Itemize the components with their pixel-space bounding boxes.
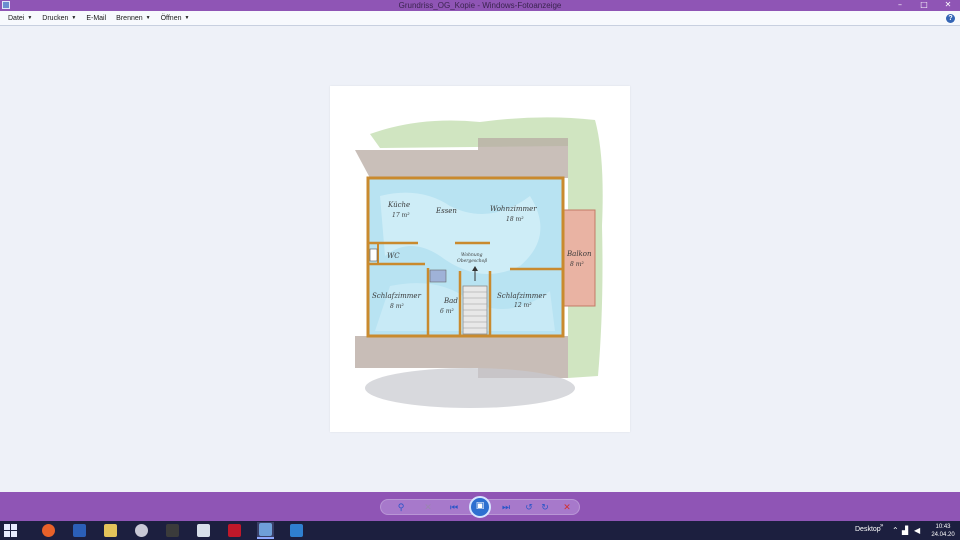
photo-viewer-icon	[259, 523, 272, 536]
previous-button[interactable]: ⏮	[445, 502, 463, 514]
rotate-right-button[interactable]: ↻	[539, 502, 551, 514]
menu-label: Drucken	[42, 14, 69, 22]
floorplan-drawing: Küche 17 m² Essen Wohnzimmer 18 m² Balko…	[355, 117, 603, 408]
controls-pill: ⚲ ✕ ⏮ ▣ ⏭ ↺ ↻ ✕	[380, 496, 580, 518]
title-bar: Grundriss_OG_Kopie - Windows-Fotoanzeige…	[0, 0, 960, 11]
system-clock[interactable]: 10:43 24.04.20	[928, 523, 958, 539]
start-button[interactable]	[4, 524, 18, 537]
taskbar-home-app[interactable]	[195, 522, 212, 539]
menu-drucken[interactable]: Drucken ▼	[40, 15, 78, 22]
tray-arrow-icon[interactable]: ⌃	[892, 526, 899, 535]
taskbar-remote-desktop[interactable]	[288, 522, 305, 539]
home-icon	[197, 524, 210, 537]
chevron-down-icon: ▼	[184, 15, 190, 21]
viewer-controls-bar: ⚲ ✕ ⏮ ▣ ⏭ ↺ ↻ ✕	[0, 492, 960, 521]
taskbar-terminal[interactable]	[164, 522, 181, 539]
taskbar: Desktop » ⌃ ▟ ◀ 10:43 24.04.20	[0, 521, 960, 540]
taskbar-photo-viewer[interactable]	[257, 522, 274, 539]
menu-bar: Datei ▼ Drucken ▼ E-Mail Brennen ▼ Öffne…	[0, 11, 960, 26]
close-button[interactable]: ✕	[936, 0, 960, 11]
minimize-button[interactable]: –	[888, 0, 912, 11]
shield-icon	[228, 524, 241, 537]
firefox-icon	[42, 524, 55, 537]
room-label-balkon: Balkon	[566, 250, 592, 258]
bathtub	[429, 269, 447, 283]
volume-icon[interactable]: ◀	[914, 526, 920, 535]
menu-label: Brennen	[116, 14, 143, 22]
menu-brennen[interactable]: Brennen ▼	[114, 15, 152, 22]
windows-logo-icon	[4, 524, 10, 530]
room-area-schlafzimmer-rechts: 12 m²	[514, 302, 532, 309]
taskbar-firefox[interactable]	[40, 522, 57, 539]
wc-fixture	[369, 248, 378, 262]
room-label-obergeschoss: Obergeschoß	[457, 258, 487, 264]
maximize-button[interactable]: □	[912, 0, 936, 11]
chevron-down-icon: ▼	[145, 15, 151, 21]
taskbar-word[interactable]	[71, 522, 88, 539]
taskbar-file-explorer[interactable]	[102, 522, 119, 539]
help-icon[interactable]: ?	[946, 14, 955, 23]
balkon-area	[562, 209, 596, 307]
room-area-wohnzimmer: 18 m²	[506, 216, 524, 223]
room-label-bad: Bad	[443, 297, 458, 305]
room-label-schlafzimmer-rechts: Schlafzimmer	[497, 292, 547, 300]
slideshow-button[interactable]: ▣	[469, 496, 491, 518]
terminal-icon	[166, 524, 179, 537]
paint-icon	[135, 524, 148, 537]
chevron-right-icon[interactable]: »	[880, 523, 883, 529]
menu-label: E-Mail	[86, 14, 107, 22]
word-icon	[73, 524, 86, 537]
menu-oeffnen[interactable]: Öffnen ▼	[159, 15, 192, 22]
room-area-kueche: 17 m²	[392, 212, 410, 219]
window-controls: – □ ✕	[888, 0, 960, 11]
taskbar-security-app[interactable]	[226, 522, 243, 539]
next-button[interactable]: ⏭	[497, 502, 515, 514]
taskbar-paint[interactable]	[133, 522, 150, 539]
folder-icon	[104, 524, 117, 537]
room-label-wc: WC	[387, 252, 400, 260]
chevron-down-icon: ▼	[27, 15, 33, 21]
clock-time: 10:43	[935, 524, 951, 530]
room-area-balkon: 8 m²	[570, 261, 584, 268]
clock-date: 24.04.20	[931, 532, 955, 538]
zoom-button[interactable]: ⚲	[393, 502, 409, 514]
floorplan-image: Küche 17 m² Essen Wohnzimmer 18 m² Balko…	[330, 86, 630, 432]
menu-label: Öffnen	[160, 14, 182, 22]
window-title: Grundriss_OG_Kopie - Windows-Fotoanzeige	[398, 1, 562, 10]
room-label-wohnzimmer: Wohnzimmer	[490, 205, 537, 213]
actual-size-button[interactable]: ✕	[421, 502, 435, 514]
room-label-schlafzimmer-links: Schlafzimmer	[372, 292, 422, 300]
room-label-wohnung: Wohnung	[461, 252, 483, 258]
shadow	[365, 368, 575, 408]
room-area-schlafzimmer-links: 8 m²	[390, 303, 404, 310]
menu-email[interactable]: E-Mail	[84, 15, 108, 22]
menu-datei[interactable]: Datei ▼	[6, 15, 34, 22]
room-area-bad: 6 m²	[440, 308, 454, 315]
image-viewer-area: Küche 17 m² Essen Wohnzimmer 18 m² Balko…	[0, 27, 960, 492]
delete-button[interactable]: ✕	[561, 502, 573, 514]
room-label-kueche: Küche	[387, 201, 410, 209]
room-label-essen: Essen	[435, 207, 457, 215]
chevron-down-icon: ▼	[71, 15, 77, 21]
menu-label: Datei	[8, 14, 25, 22]
desktop-toolbar-label[interactable]: Desktop	[855, 526, 881, 533]
rotate-left-button[interactable]: ↺	[523, 502, 535, 514]
network-icon[interactable]: ▟	[902, 526, 908, 535]
remote-desktop-icon	[290, 524, 303, 537]
